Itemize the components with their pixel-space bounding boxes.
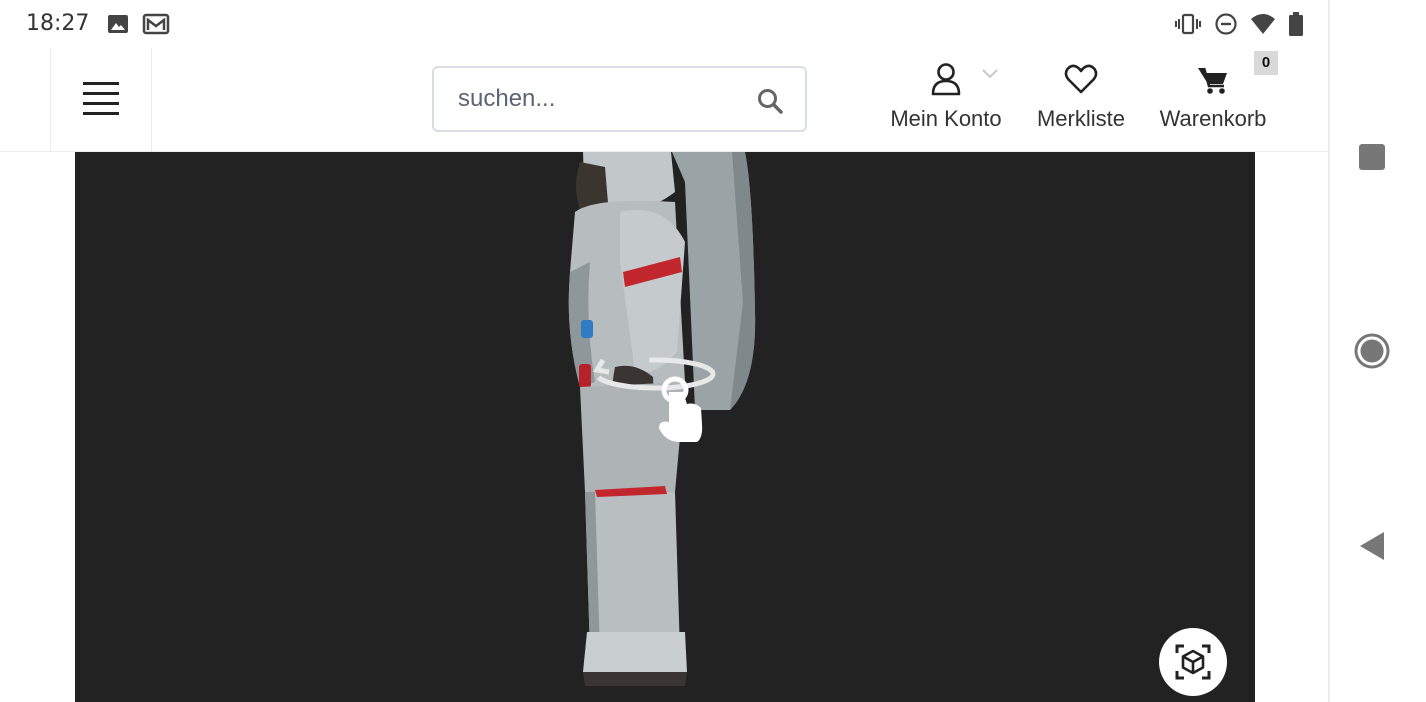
chevron-down-icon[interactable]	[981, 68, 999, 80]
heart-icon	[1064, 64, 1098, 94]
account-label: Mein Konto	[890, 106, 1002, 131]
recents-square-icon[interactable]	[1352, 137, 1392, 177]
search-input[interactable]	[458, 82, 748, 116]
home-circle-icon[interactable]	[1352, 331, 1392, 371]
cart-icon	[1198, 67, 1227, 94]
wishlist-button[interactable]: Merkliste	[1030, 62, 1132, 132]
image-icon	[108, 15, 128, 33]
status-time: 18:27	[26, 11, 90, 36]
vibrate-icon	[1175, 13, 1201, 35]
menu-button[interactable]	[50, 48, 152, 152]
search-icon[interactable]	[757, 88, 783, 114]
gmail-icon	[142, 13, 170, 35]
android-nav-bar	[1328, 0, 1426, 702]
product-3d-viewer[interactable]	[75, 152, 1255, 702]
hamburger-menu-icon	[83, 82, 119, 115]
wishlist-label: Merkliste	[1036, 106, 1125, 131]
shop-header: Mein Konto Merkliste Warenkorb	[0, 48, 1328, 152]
battery-icon	[1289, 12, 1303, 36]
status-bar: 18:27	[0, 0, 1328, 48]
user-icon	[931, 63, 961, 96]
search-box	[432, 66, 807, 132]
back-triangle-icon[interactable]	[1352, 526, 1392, 566]
cart-count-badge: 0	[1254, 51, 1278, 75]
ar-view-button[interactable]	[1159, 628, 1227, 696]
wifi-icon	[1251, 14, 1275, 34]
ar-cube-icon	[1175, 644, 1211, 680]
astronaut-3d-model	[568, 152, 756, 686]
do-not-disturb-icon	[1215, 13, 1237, 35]
cart-label: Warenkorb	[1159, 106, 1267, 131]
